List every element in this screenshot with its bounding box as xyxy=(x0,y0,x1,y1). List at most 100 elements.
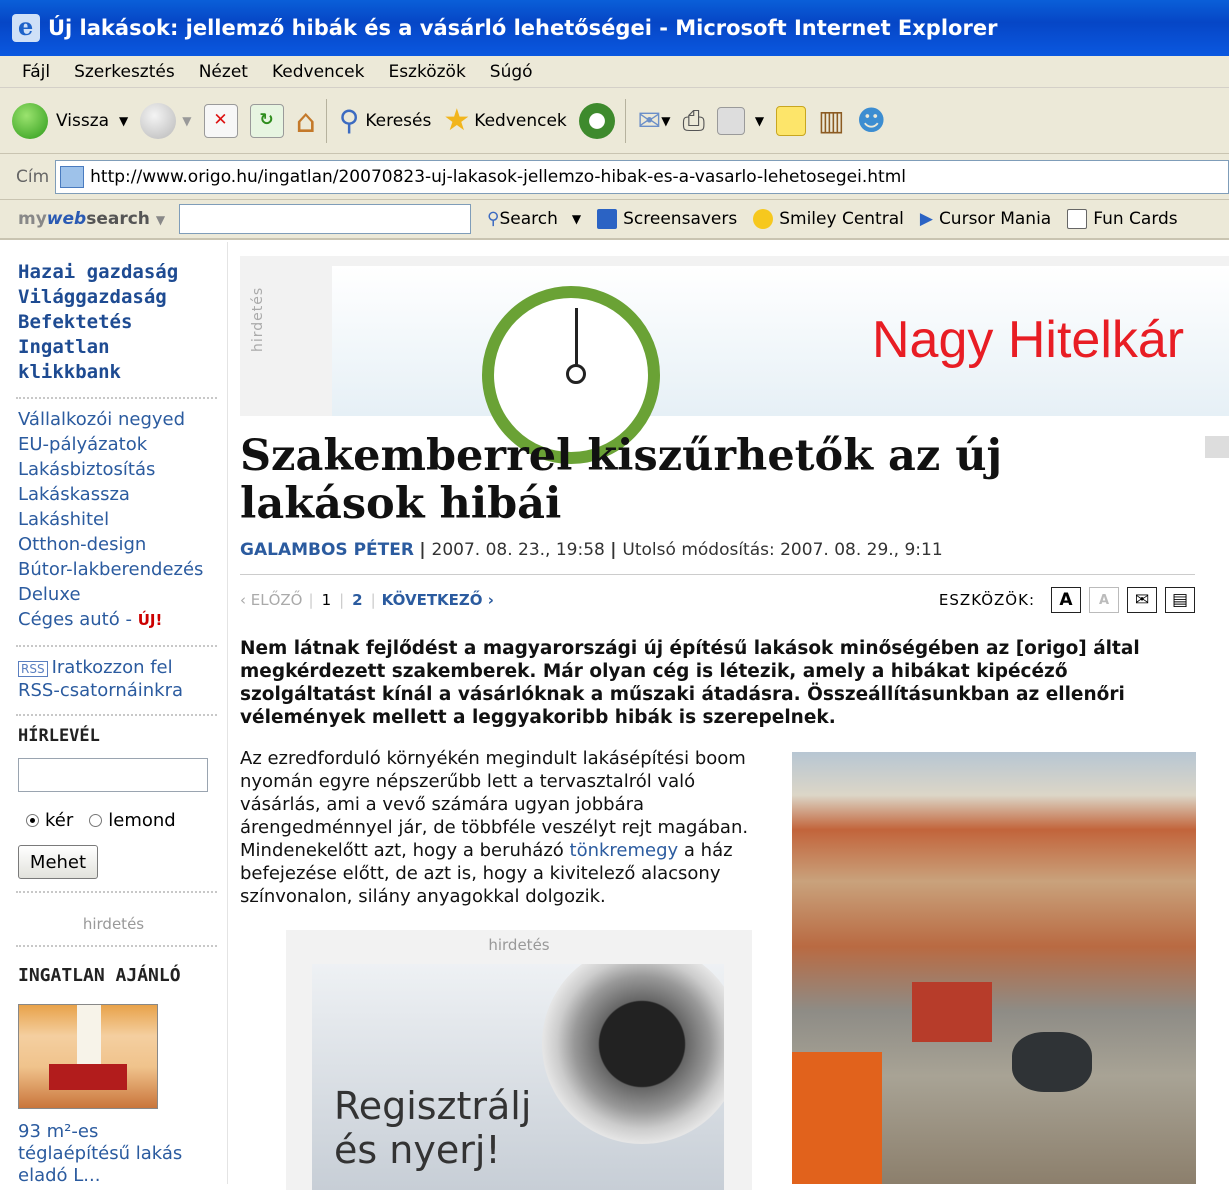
menu-edit[interactable]: Szerkesztés xyxy=(74,62,175,82)
smiley-button[interactable]: Smiley Central xyxy=(753,209,904,229)
mywebsearch-logo[interactable]: mywebsearch ▼ xyxy=(18,209,165,229)
sub-nav-item-ceges[interactable]: Céges autó - ÚJ! xyxy=(18,607,227,633)
websearch-input[interactable] xyxy=(179,204,472,234)
sub-nav-item[interactable]: Lakásbiztosítás xyxy=(18,457,227,482)
print-icon[interactable]: ▤ xyxy=(1165,587,1195,613)
newsletter-submit-button[interactable]: Mehet xyxy=(18,845,98,879)
nav-vilag[interactable]: Világgazdaság xyxy=(18,285,227,310)
radio-unsubscribe[interactable] xyxy=(89,814,103,827)
article-tools: ESZKÖZÖK: A A ✉ ▤ xyxy=(939,587,1195,613)
main-nav: Hazai gazdaság Világgazdaság Befektetés … xyxy=(0,242,227,385)
newsletter-email-input[interactable] xyxy=(18,758,208,792)
sub-nav-item[interactable]: EU-pályázatok xyxy=(18,432,227,457)
print-button[interactable]: ⎙ xyxy=(682,104,704,138)
funcards-button[interactable]: Fun Cards xyxy=(1067,209,1178,229)
sub-nav-item[interactable]: Vállalkozói negyed xyxy=(18,407,227,432)
stop-button[interactable]: ✕ xyxy=(203,103,238,138)
listing-thumbnail[interactable] xyxy=(18,1004,158,1109)
page-2-link[interactable]: 2 xyxy=(352,591,362,609)
camera-ad-image[interactable]: Regisztrálj és nyerj! xyxy=(312,964,724,1190)
listing-link[interactable]: 93 m²-es téglaépítésű lakás eladó L... xyxy=(0,1109,227,1187)
article-lead: Nem látnak fejlődést a magyarországi új … xyxy=(240,638,1140,728)
nav-befektetes[interactable]: Befektetés xyxy=(18,310,227,335)
home-icon: ⌂ xyxy=(295,101,316,140)
next-link[interactable]: KÖVETKEZŐ › xyxy=(382,591,494,609)
banner-image[interactable]: Nagy Hitelkár xyxy=(332,266,1229,464)
address-field[interactable]: http://www.origo.hu/ingatlan/20070823-uj… xyxy=(55,159,1229,194)
research-button[interactable]: ▥ xyxy=(818,104,844,137)
cursor-label: Cursor Mania xyxy=(938,209,1052,229)
nav-hazai[interactable]: Hazai gazdaság xyxy=(18,260,227,285)
inline-ad[interactable]: hirdetés Regisztrálj és nyerj! xyxy=(286,930,752,1190)
messenger-button[interactable]: ☻ xyxy=(857,104,886,137)
websearch-search-button[interactable]: ⚲ Search ▼ xyxy=(487,209,581,229)
rss-link[interactable]: RSS Iratkozzon fel RSS-csatornáinkra xyxy=(0,647,227,702)
rss-line2: RSS-csatornáinkra xyxy=(18,680,184,701)
body-link[interactable]: tönkremegy xyxy=(570,840,679,861)
right-column-clipped xyxy=(1205,432,1229,1184)
logo-part: web xyxy=(46,209,87,229)
menu-file[interactable]: Fájl xyxy=(22,62,50,82)
mail-button[interactable]: ✉ ▼ xyxy=(638,104,671,137)
ad-label: hirdetés xyxy=(82,915,145,933)
sub-nav-item[interactable]: Otthon-design xyxy=(18,532,227,557)
screensavers-button[interactable]: Screensavers xyxy=(597,209,737,229)
search-icon: ⚲ xyxy=(338,104,360,137)
menu-view[interactable]: Nézet xyxy=(199,62,248,82)
article-title: Szakemberrel kiszűrhetők az új lakások h… xyxy=(240,431,1003,529)
books-icon: ▥ xyxy=(818,104,845,137)
radio-subscribe[interactable] xyxy=(26,814,39,827)
dropdown-arrow-icon[interactable]: ▼ xyxy=(661,114,670,128)
menu-help[interactable]: Súgó xyxy=(490,62,533,82)
pager-separator: | xyxy=(370,591,376,609)
dropdown-arrow-icon[interactable]: ▼ xyxy=(119,114,128,128)
forward-button[interactable]: ▼ xyxy=(140,102,192,139)
search-icon: ⚲ xyxy=(487,209,500,229)
note-icon xyxy=(776,105,807,136)
funcards-label: Fun Cards xyxy=(1093,209,1178,229)
clock-center xyxy=(566,364,586,384)
window-title: Új lakások: jellemző hibák és a vásárló … xyxy=(48,16,998,40)
page-icon xyxy=(60,165,85,188)
logo-part: my xyxy=(18,209,47,229)
sub-nav-item[interactable]: Bútor-lakberendezés xyxy=(18,557,227,582)
toolbar-separator xyxy=(624,98,626,143)
favorites-button[interactable]: ★ Kedvencek xyxy=(443,103,566,138)
back-button[interactable]: Vissza ▼ xyxy=(12,102,128,139)
back-label: Vissza xyxy=(56,110,110,131)
banner-slogan: Nagy Hitelkár xyxy=(872,311,1185,369)
nav-klikkbank[interactable]: klikkbank xyxy=(18,360,227,385)
refresh-button[interactable]: ↻ xyxy=(249,103,284,138)
menu-tools[interactable]: Eszközök xyxy=(388,62,465,82)
author-link[interactable]: GALAMBOS PÉTER xyxy=(240,540,414,560)
history-button[interactable] xyxy=(578,102,615,139)
photo-shed xyxy=(912,982,992,1042)
back-arrow-icon xyxy=(12,102,48,139)
address-url[interactable]: http://www.origo.hu/ingatlan/20070823-uj… xyxy=(90,167,906,187)
clipped-header xyxy=(1205,436,1229,458)
history-icon xyxy=(578,102,615,139)
dropdown-arrow-icon[interactable]: ▼ xyxy=(572,212,581,226)
email-icon[interactable]: ✉ xyxy=(1127,587,1157,613)
dropdown-arrow-icon[interactable]: ▼ xyxy=(182,114,191,128)
notes-button[interactable] xyxy=(776,105,807,136)
home-button[interactable]: ⌂ xyxy=(296,102,316,140)
dropdown-arrow-icon[interactable]: ▼ xyxy=(156,213,165,227)
sub-nav-item[interactable]: Deluxe xyxy=(18,582,227,607)
search-button[interactable]: ⚲ Keresés xyxy=(339,104,432,137)
sub-nav-item[interactable]: Lakáshitel xyxy=(18,507,227,532)
edit-button[interactable]: ▼ xyxy=(716,106,764,135)
sub-nav-item[interactable]: Lakáskassza xyxy=(18,482,227,507)
nav-ingatlan[interactable]: Ingatlan xyxy=(18,335,227,360)
new-badge: ÚJ! xyxy=(137,611,163,629)
menu-favorites[interactable]: Kedvencek xyxy=(272,62,365,82)
logo-part: search xyxy=(86,209,150,229)
address-label: Cím xyxy=(16,166,50,187)
cursor-icon: ▶ xyxy=(919,209,933,229)
screensavers-label: Screensavers xyxy=(623,209,738,229)
font-larger-icon[interactable]: A xyxy=(1051,587,1081,613)
print-icon: ⎙ xyxy=(682,103,705,137)
top-banner-ad[interactable]: hirdetés Nagy Hitelkár xyxy=(240,256,1229,464)
dropdown-arrow-icon[interactable]: ▼ xyxy=(755,114,764,128)
cursor-button[interactable]: ▶ Cursor Mania xyxy=(920,209,1051,229)
